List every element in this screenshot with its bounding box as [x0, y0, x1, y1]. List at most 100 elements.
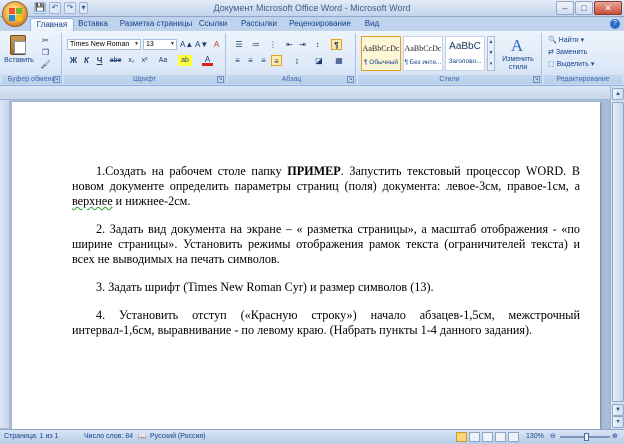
vertical-scrollbar[interactable]: ▲ ▼ ▾: [610, 86, 624, 429]
style-name: Заголово...: [448, 58, 482, 65]
align-center-icon[interactable]: ≡: [245, 55, 256, 66]
group-font: Times New Roman ▼ 13 ▼ A▲ A▼ A Ж К Ч abe…: [64, 33, 226, 84]
scroll-down-icon[interactable]: ▼: [612, 404, 624, 416]
help-icon[interactable]: ?: [610, 19, 620, 29]
horizontal-ruler[interactable]: [0, 86, 610, 100]
full-screen-view-button[interactable]: [469, 432, 480, 442]
show-marks-button[interactable]: ¶: [331, 39, 342, 50]
paste-icon[interactable]: [10, 35, 26, 55]
increase-indent-icon[interactable]: ⇥: [297, 39, 308, 50]
print-layout-view-button[interactable]: [456, 432, 467, 442]
close-button[interactable]: ✕: [594, 1, 622, 15]
maximize-button[interactable]: □: [575, 1, 593, 15]
copy-icon[interactable]: ❐: [40, 47, 51, 58]
clipboard-launcher-icon[interactable]: ↘: [53, 76, 60, 83]
zoom-level[interactable]: 130%: [526, 430, 544, 444]
change-styles-icon[interactable]: A: [508, 37, 526, 55]
scrollbar-thumb[interactable]: [612, 102, 624, 402]
vertical-ruler[interactable]: [0, 100, 10, 428]
outline-view-button[interactable]: [495, 432, 506, 442]
group-paragraph: ☰ ≔ ⋮ ⇤ ⇥ ↕ ¶ ≡ ≡ ≡ ≡ ↨ ◪ ▦ Абзац ↘: [228, 33, 356, 84]
font-name-select[interactable]: Times New Roman ▼: [67, 39, 141, 50]
style-normal[interactable]: AaBbCcDc ¶ Обычный: [361, 36, 401, 71]
style-name: ¶ Без инте...: [404, 59, 442, 66]
language-indicator[interactable]: Русский (Россия): [150, 430, 206, 444]
select-button[interactable]: ⬚ Выделить ▾: [548, 59, 594, 70]
paste-button-label[interactable]: Вставить: [2, 57, 36, 64]
chevron-down-icon: ▼: [134, 41, 139, 47]
justify-icon[interactable]: ≡: [271, 55, 282, 66]
word-count[interactable]: Число слов: 84: [84, 430, 133, 444]
bold-button[interactable]: Ж: [68, 55, 79, 66]
group-styles: AaBbCcDc ¶ Обычный AaBbCcDc ¶ Без инте..…: [358, 33, 542, 84]
shrink-font-icon[interactable]: A▼: [195, 39, 208, 50]
title-bar: 💾 ↶ ↷ ▾ Документ Microsoft Office Word -…: [0, 0, 624, 17]
grow-font-icon[interactable]: A▲: [180, 39, 193, 50]
style-sample: AaBbCcDc: [362, 44, 400, 53]
ribbon: Вставить ✂ ❐ 🖌 Буфер обмена ↘ Times New …: [0, 31, 624, 86]
style-sample: AaBbCcDc: [404, 44, 442, 53]
sort-icon[interactable]: ↕: [312, 39, 323, 50]
style-no-spacing[interactable]: AaBbCcDc ¶ Без инте...: [403, 36, 443, 71]
borders-icon[interactable]: ▦: [332, 55, 346, 66]
window-title: Документ Microsoft Office Word - Microso…: [213, 3, 411, 13]
proofing-icon[interactable]: 📖: [138, 430, 147, 444]
scroll-up-icon[interactable]: ▲: [612, 88, 624, 100]
text-run: 1.Создать на рабочем столе папку: [96, 164, 288, 178]
line-spacing-icon[interactable]: ↨: [290, 55, 304, 66]
shading-icon[interactable]: ◪: [312, 55, 326, 66]
change-case-button[interactable]: Aa: [156, 55, 170, 66]
tab-view[interactable]: Вид: [361, 18, 383, 31]
decrease-indent-icon[interactable]: ⇤: [284, 39, 295, 50]
tab-references[interactable]: Ссылки: [198, 18, 228, 31]
clear-format-icon[interactable]: A: [211, 39, 222, 50]
zoom-out-icon[interactable]: ⊖: [550, 430, 556, 444]
format-painter-icon[interactable]: 🖌: [40, 59, 51, 70]
next-page-icon[interactable]: ▾: [612, 416, 624, 428]
tab-home[interactable]: Главная: [30, 18, 74, 31]
replace-icon: ⇄: [548, 49, 554, 56]
group-clipboard: Вставить ✂ ❐ 🖌 Буфер обмена ↘: [2, 33, 62, 84]
styles-launcher-icon[interactable]: ↘: [533, 76, 540, 83]
find-button[interactable]: 🔍 Найти ▾: [548, 35, 584, 46]
page-count[interactable]: Страница: 1 из 1: [4, 430, 58, 444]
change-styles-label[interactable]: Изменить стили: [498, 56, 538, 72]
text-run: и нижнее-2см.: [112, 194, 191, 208]
font-size-select[interactable]: 13 ▼: [143, 39, 177, 50]
subscript-button[interactable]: x₂: [126, 55, 137, 66]
bullets-icon[interactable]: ☰: [232, 39, 246, 50]
superscript-button[interactable]: x²: [139, 55, 150, 66]
zoom-in-icon[interactable]: ⊕: [612, 430, 618, 444]
paragraph-launcher-icon[interactable]: ↘: [347, 76, 354, 83]
replace-button[interactable]: ⇄ Заменить: [548, 47, 587, 58]
styles-gallery-scroll[interactable]: ▲ ▼ ▾: [487, 36, 495, 71]
find-label: Найти: [558, 37, 579, 44]
strikethrough-button[interactable]: abe: [108, 55, 123, 66]
tab-review[interactable]: Рецензирование: [288, 18, 352, 31]
font-color-button[interactable]: A: [202, 55, 213, 66]
tab-insert[interactable]: Вставка: [78, 18, 108, 31]
select-icon: ⬚: [548, 61, 555, 68]
align-right-icon[interactable]: ≡: [258, 55, 269, 66]
font-launcher-icon[interactable]: ↘: [217, 76, 224, 83]
underline-button[interactable]: Ч: [94, 55, 105, 66]
align-left-icon[interactable]: ≡: [232, 55, 243, 66]
document-body[interactable]: 1.Создать на рабочем столе папку ПРИМЕР.…: [72, 164, 580, 351]
style-heading-1[interactable]: AaBbC Заголово...: [445, 36, 485, 71]
tab-page-layout[interactable]: Разметка страницы: [119, 18, 193, 31]
office-logo-icon: [9, 8, 22, 21]
italic-button[interactable]: К: [81, 55, 92, 66]
highlight-button[interactable]: ab: [178, 55, 192, 66]
document-page[interactable]: 1.Создать на рабочем столе папку ПРИМЕР.…: [12, 102, 600, 429]
minimize-button[interactable]: –: [556, 1, 574, 15]
tab-mailings[interactable]: Рассылки: [241, 18, 277, 31]
zoom-slider-knob[interactable]: [583, 433, 589, 441]
binoculars-icon: 🔍: [548, 37, 557, 44]
group-font-label: Шрифт: [64, 75, 225, 84]
cut-icon[interactable]: ✂: [40, 35, 51, 46]
office-button[interactable]: [2, 1, 28, 27]
multilevel-list-icon[interactable]: ⋮: [266, 39, 280, 50]
numbering-icon[interactable]: ≔: [249, 39, 263, 50]
web-layout-view-button[interactable]: [482, 432, 493, 442]
draft-view-button[interactable]: [508, 432, 519, 442]
